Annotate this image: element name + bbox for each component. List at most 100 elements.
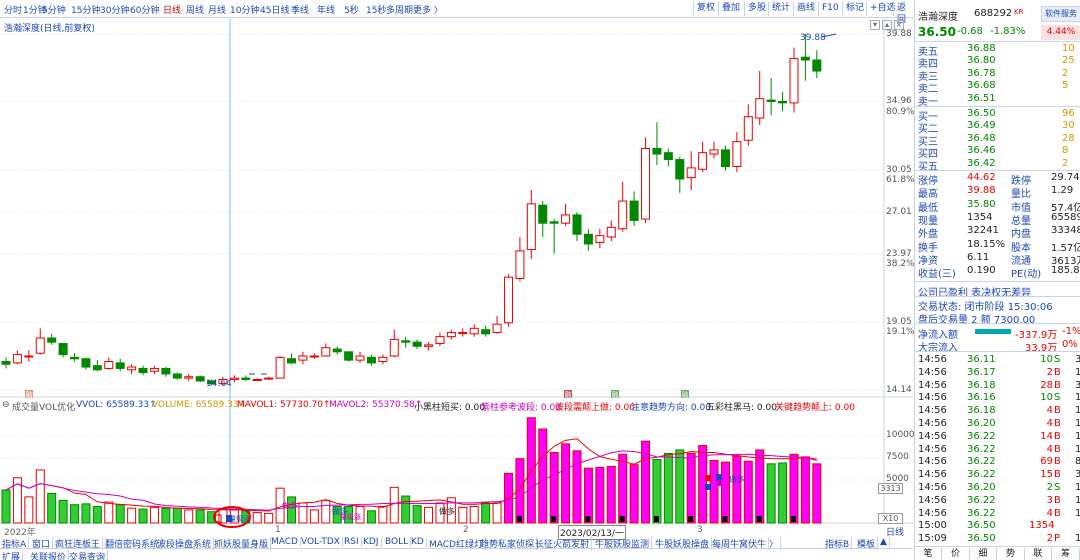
candle-body[interactable] [389, 338, 399, 357]
candle-body[interactable] [675, 159, 685, 180]
volume-bar[interactable] [252, 512, 262, 524]
candle-body[interactable] [778, 100, 788, 104]
volume-bar[interactable] [104, 501, 114, 524]
panel-tab-6[interactable]: 筹 [1053, 548, 1080, 560]
volume-bar[interactable] [481, 502, 491, 524]
ask-row[interactable]: 卖五 36.88 10 [917, 43, 1080, 58]
candle-body[interactable] [766, 99, 776, 102]
bid-row[interactable]: 买三 36.48 28 [917, 133, 1080, 148]
volume-bar[interactable] [401, 495, 411, 524]
candle-body[interactable] [355, 355, 365, 361]
volume-bar[interactable] [115, 504, 125, 524]
volume-bar[interactable] [652, 458, 662, 524]
candle-body[interactable] [366, 356, 376, 364]
candle-body[interactable] [127, 366, 137, 371]
volume-bar[interactable] [366, 510, 376, 524]
volume-bar[interactable] [264, 512, 274, 524]
indicator-tab-10[interactable]: KDJ [361, 537, 382, 547]
volume-bar[interactable] [81, 503, 91, 524]
indicator-tab-8[interactable]: VOL-TDX [299, 537, 343, 547]
candle-body[interactable] [595, 235, 605, 244]
volume-bar[interactable] [720, 461, 730, 524]
candle-body[interactable] [481, 329, 491, 335]
volume-bar[interactable] [24, 496, 34, 524]
candle-body[interactable] [47, 337, 57, 343]
candle-body[interactable] [743, 116, 753, 141]
volume-bar[interactable] [149, 506, 159, 524]
candle-body[interactable] [561, 214, 571, 224]
candle-body[interactable] [401, 340, 411, 343]
panel-tab-3[interactable]: 细 [970, 548, 997, 560]
volume-bar[interactable] [675, 449, 685, 524]
volume-bar[interactable] [378, 505, 388, 524]
bottom-tab-3[interactable]: 交易查询 [67, 550, 109, 560]
candle-body[interactable] [789, 58, 799, 104]
candle-body[interactable] [469, 327, 479, 335]
volume-bar[interactable] [561, 443, 571, 524]
panel-tab-2[interactable]: 价 [943, 548, 970, 560]
candle-body[interactable] [755, 98, 765, 119]
volume-bar[interactable] [195, 509, 205, 524]
volume-bar[interactable] [789, 453, 799, 524]
candle-body[interactable] [378, 356, 388, 363]
ask-row[interactable]: 卖四 36.80 25 [917, 55, 1080, 70]
candle-body[interactable] [252, 378, 262, 381]
candle-body[interactable] [70, 356, 80, 360]
volume-bar[interactable] [412, 505, 422, 524]
candle-body[interactable] [812, 59, 822, 72]
volume-bar[interactable] [812, 463, 822, 524]
candle-body[interactable] [58, 343, 68, 356]
volume-bar[interactable] [686, 452, 696, 524]
candle-body[interactable] [629, 200, 639, 221]
candle-body[interactable] [424, 344, 434, 347]
candle-body[interactable] [35, 337, 45, 354]
candle-body[interactable] [720, 149, 730, 167]
candle-body[interactable] [309, 355, 319, 358]
volume-bar[interactable] [778, 462, 788, 524]
candle-body[interactable] [800, 56, 810, 61]
candle-body[interactable] [104, 361, 114, 369]
candle-body[interactable] [321, 347, 331, 357]
candle-body[interactable] [81, 358, 91, 368]
volume-bar[interactable] [595, 466, 605, 524]
candle-body[interactable] [149, 367, 159, 372]
candle-body[interactable] [172, 373, 182, 379]
bid-row[interactable]: 买四 36.46 8 [917, 145, 1080, 160]
volume-bar[interactable] [424, 506, 434, 524]
volume-bar[interactable] [492, 502, 502, 524]
candle-body[interactable] [492, 323, 502, 333]
indicator-tab-11[interactable]: BOLL [383, 537, 412, 547]
volume-bar[interactable] [458, 506, 468, 524]
candle-body[interactable] [161, 367, 171, 375]
volume-bar[interactable] [732, 455, 742, 524]
volume-bar[interactable] [218, 508, 228, 524]
ask-row[interactable]: 卖三 36.78 2 [917, 68, 1080, 83]
candle-body[interactable] [275, 356, 285, 379]
bid-row[interactable]: 买一 36.50 96 [917, 108, 1080, 123]
candle-body[interactable] [264, 377, 274, 380]
volume-bar[interactable] [172, 507, 182, 524]
candle-body[interactable] [606, 226, 616, 238]
candle-body[interactable] [184, 376, 194, 379]
candle-body[interactable] [435, 336, 445, 345]
volume-bar[interactable] [800, 456, 810, 524]
candle-body[interactable] [332, 348, 342, 353]
volume-bar[interactable] [549, 452, 559, 524]
indicator-tab-right-3[interactable]: ▲ [878, 537, 890, 547]
volume-bar[interactable] [138, 508, 148, 524]
panel-tab-1[interactable]: 笔 [915, 548, 942, 560]
volume-bar[interactable] [606, 465, 616, 524]
volume-bar[interactable] [161, 507, 171, 524]
candle-body[interactable] [698, 152, 708, 170]
bottom-tab-2[interactable]: 关联报价 [28, 550, 70, 560]
candle-body[interactable] [732, 141, 742, 167]
volume-bar[interactable] [35, 469, 45, 524]
volume-bar[interactable] [58, 499, 68, 524]
volume-bar[interactable] [766, 463, 776, 524]
candle-body[interactable] [412, 341, 422, 347]
candle-body[interactable] [652, 148, 662, 155]
candle-body[interactable] [549, 221, 559, 224]
volume-bar[interactable] [321, 499, 331, 524]
panel-tab-4[interactable]: 势 [998, 548, 1025, 560]
volume-bar[interactable] [469, 505, 479, 524]
